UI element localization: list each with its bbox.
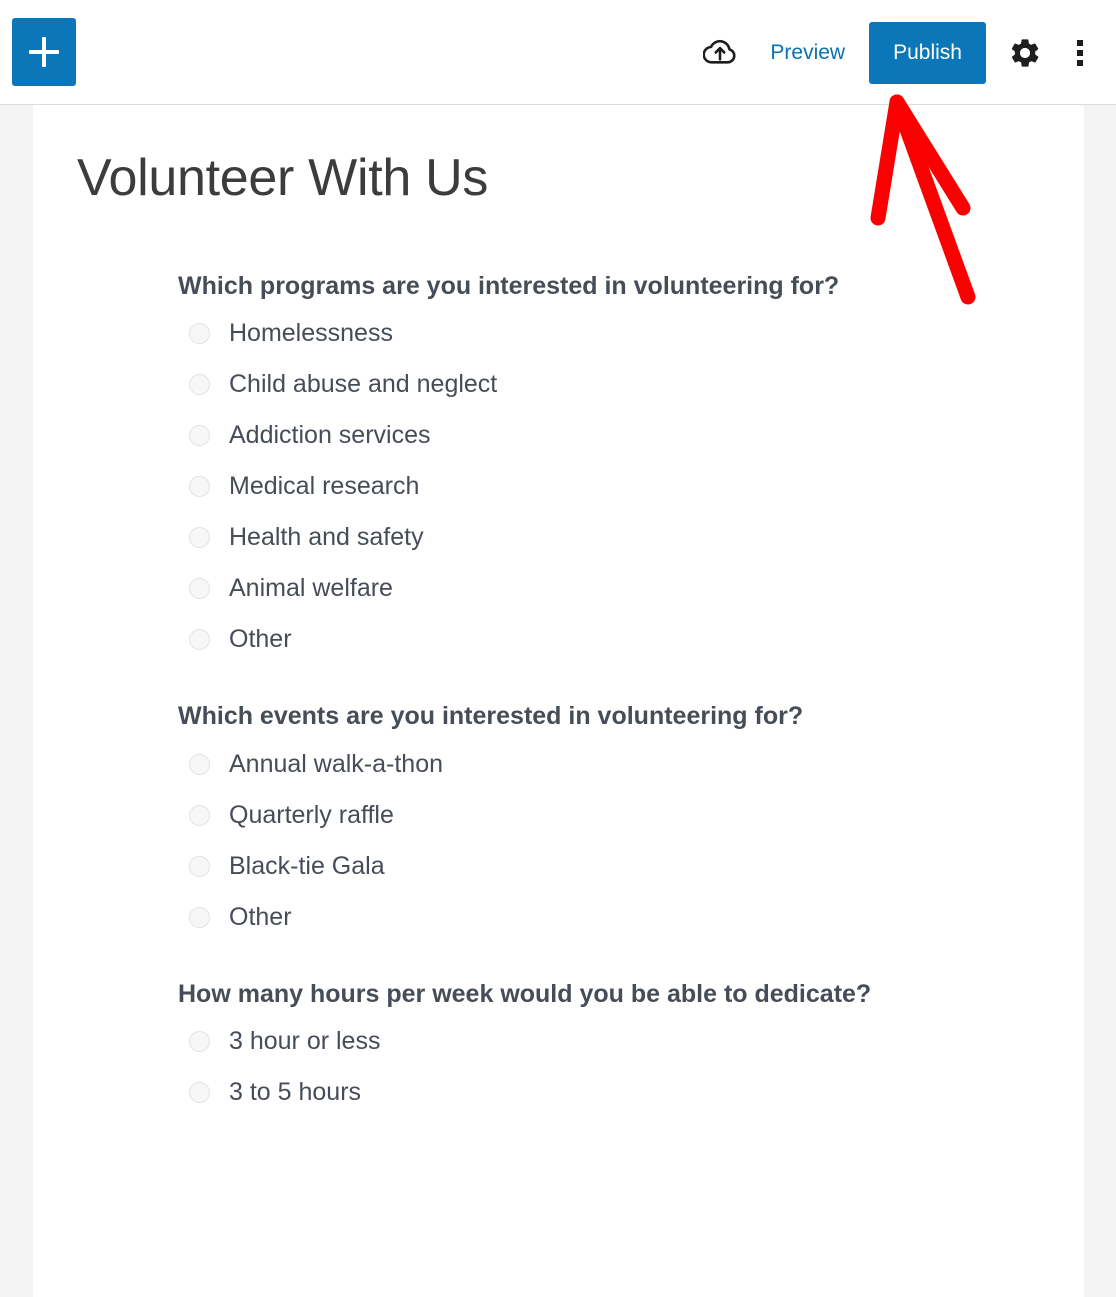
- radio-option[interactable]: Quarterly raffle: [178, 790, 1084, 841]
- add-block-button[interactable]: [12, 18, 76, 86]
- radio-option-label: Homelessness: [229, 319, 393, 348]
- kebab-menu-icon: [1077, 36, 1083, 70]
- radio-option-label: Animal welfare: [229, 574, 393, 603]
- radio-circle-icon[interactable]: [189, 753, 210, 775]
- field-label: How many hours per week would you be abl…: [178, 979, 872, 1008]
- field-label: Which events are you interested in volun…: [178, 702, 804, 731]
- radio-circle-icon[interactable]: [189, 476, 210, 498]
- editor-page: Volunteer With Us Which programs are you…: [33, 105, 1084, 1297]
- radio-circle-icon[interactable]: [189, 1031, 210, 1053]
- radio-circle-icon[interactable]: [189, 374, 210, 396]
- plus-icon: [29, 37, 59, 67]
- settings-button[interactable]: [1002, 30, 1048, 76]
- radio-option-label: Addiction services: [229, 421, 431, 450]
- radio-circle-icon[interactable]: [189, 855, 210, 877]
- radio-option[interactable]: Other: [178, 614, 1084, 665]
- radio-option[interactable]: Addiction services: [178, 410, 1084, 461]
- radio-option[interactable]: Other: [178, 892, 1084, 943]
- more-options-button[interactable]: [1060, 27, 1100, 79]
- radio-circle-icon[interactable]: [189, 906, 210, 928]
- editor-canvas: Volunteer With Us Which programs are you…: [0, 105, 1116, 1297]
- radio-option[interactable]: Health and safety: [178, 512, 1084, 563]
- toolbar-actions: Preview Publish: [694, 0, 1116, 105]
- radio-option[interactable]: 3 to 5 hours: [178, 1067, 1084, 1118]
- form-preview: Which programs are you interested in vol…: [33, 209, 1084, 1119]
- radio-option-label: 3 hour or less: [229, 1027, 381, 1056]
- radio-option[interactable]: Annual walk-a-thon: [178, 739, 1084, 790]
- radio-option-label: Other: [229, 902, 292, 931]
- radio-group-programs: Homelessness Child abuse and neglect Add…: [178, 308, 1084, 665]
- page-title[interactable]: Volunteer With Us: [33, 105, 1084, 209]
- form-field-programs: Which programs are you interested in vol…: [178, 269, 1084, 666]
- radio-option-label: Health and safety: [229, 523, 424, 552]
- radio-option-label: Medical research: [229, 472, 420, 501]
- radio-option-label: Black-tie Gala: [229, 851, 385, 880]
- radio-option-label: Annual walk-a-thon: [229, 749, 444, 778]
- radio-option[interactable]: Homelessness: [178, 308, 1084, 359]
- radio-circle-icon[interactable]: [189, 578, 210, 600]
- editor-toolbar: Preview Publish: [0, 0, 1116, 105]
- radio-circle-icon[interactable]: [189, 629, 210, 651]
- preview-button[interactable]: Preview: [760, 35, 855, 71]
- radio-option-label: Other: [229, 625, 292, 654]
- cloud-upload-icon: [703, 39, 736, 64]
- form-field-events: Which events are you interested in volun…: [178, 699, 1084, 943]
- radio-circle-icon[interactable]: [189, 527, 210, 549]
- radio-option-label: Quarterly raffle: [229, 800, 394, 829]
- radio-option[interactable]: Black-tie Gala: [178, 841, 1084, 892]
- radio-option[interactable]: Medical research: [178, 461, 1084, 512]
- radio-option-label: 3 to 5 hours: [229, 1078, 362, 1107]
- radio-option[interactable]: 3 hour or less: [178, 1016, 1084, 1067]
- radio-group-hours: 3 hour or less 3 to 5 hours: [178, 1016, 1084, 1118]
- radio-group-events: Annual walk-a-thon Quarterly raffle Blac…: [178, 739, 1084, 943]
- radio-circle-icon[interactable]: [189, 425, 210, 447]
- radio-option-label: Child abuse and neglect: [229, 370, 498, 399]
- save-draft-button[interactable]: [694, 27, 746, 79]
- radio-circle-icon[interactable]: [189, 323, 210, 345]
- radio-option[interactable]: Animal welfare: [178, 563, 1084, 614]
- publish-button[interactable]: Publish: [869, 21, 986, 84]
- gear-icon: [1011, 38, 1039, 67]
- radio-circle-icon[interactable]: [189, 1082, 210, 1104]
- field-label: Which programs are you interested in vol…: [178, 271, 840, 300]
- form-field-hours: How many hours per week would you be abl…: [178, 977, 1084, 1119]
- radio-option[interactable]: Child abuse and neglect: [178, 359, 1084, 410]
- radio-circle-icon[interactable]: [189, 804, 210, 826]
